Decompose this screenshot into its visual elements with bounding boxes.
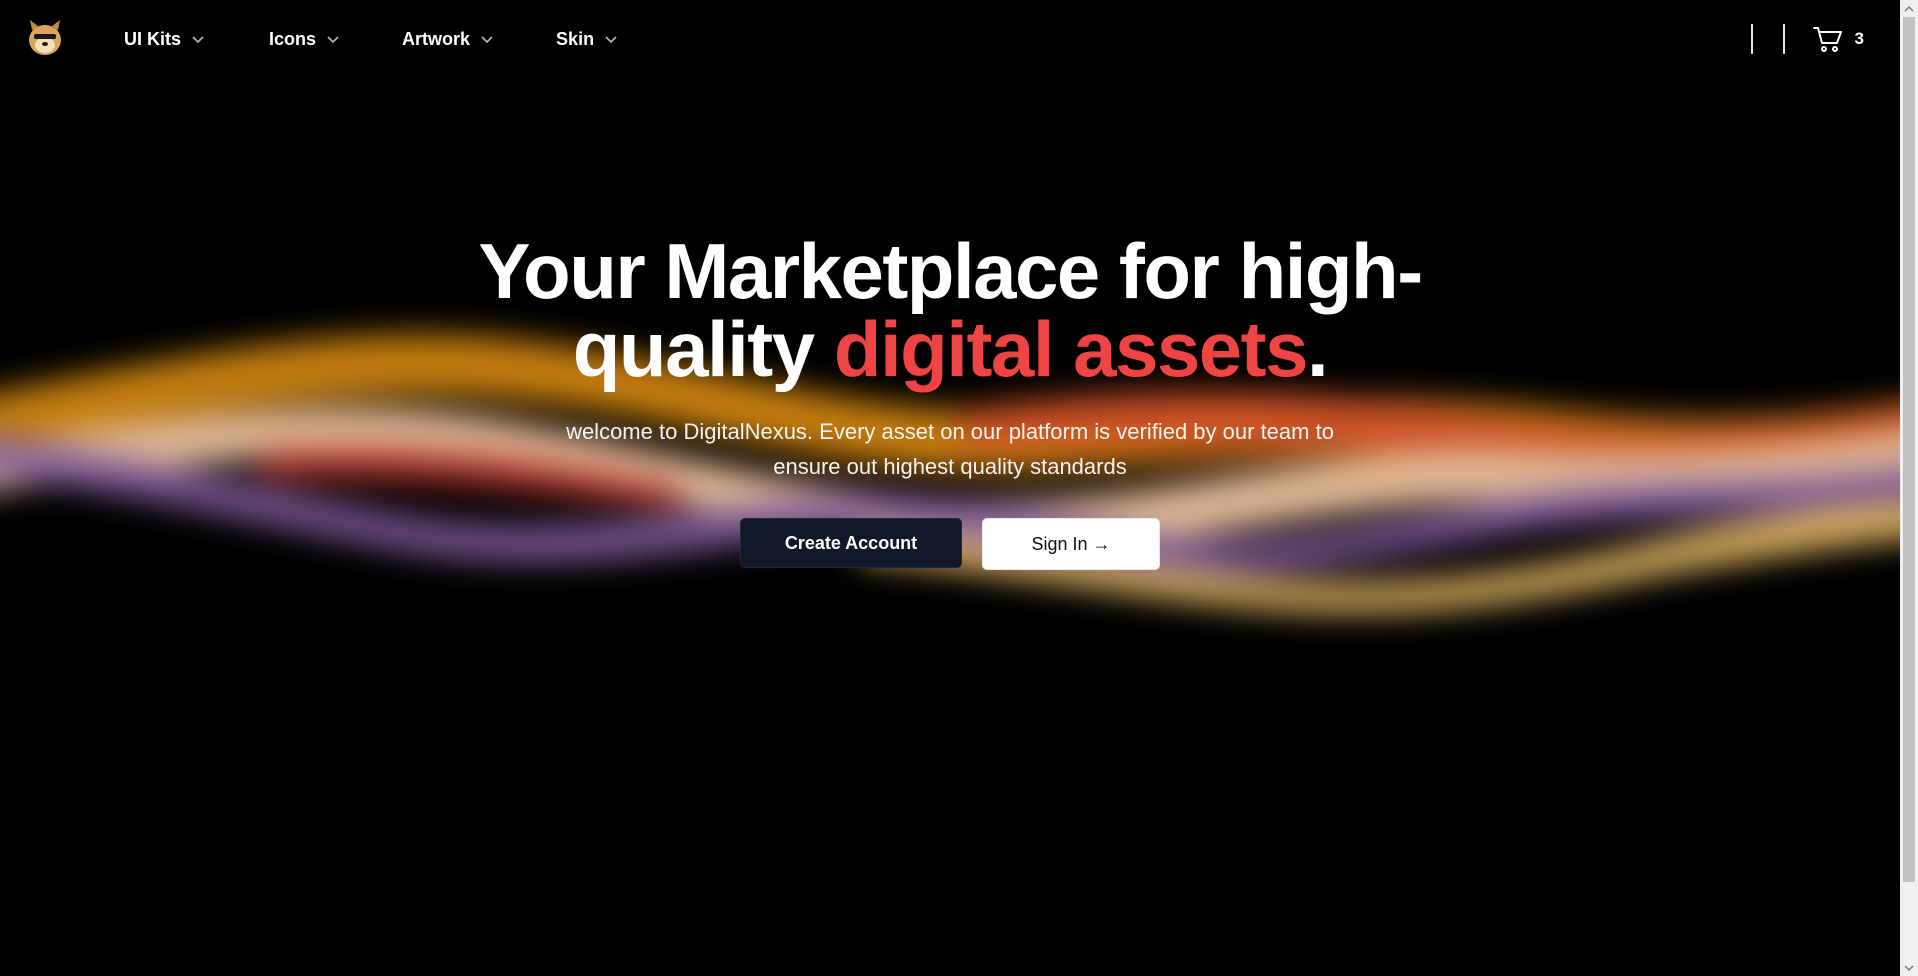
nav-item-label: Artwork	[402, 28, 471, 49]
cart-button[interactable]: 3	[1812, 25, 1864, 53]
cart-count: 3	[1854, 29, 1864, 48]
nav-item-label: Icons	[269, 28, 317, 49]
vertical-scrollbar[interactable]	[1900, 0, 1918, 976]
nav-item-icons[interactable]: Icons	[269, 29, 340, 50]
nav-divider	[1782, 24, 1785, 54]
hero-buttons: Create Account Sign In →	[0, 518, 1900, 570]
chevron-down-icon	[481, 36, 493, 44]
nav-item-label: UI Kits	[124, 28, 182, 49]
nav-right: 3	[1750, 0, 1864, 78]
nav-item-ui-kits[interactable]: UI Kits	[124, 29, 205, 50]
hero-section: Your Marketplace for high-quality digita…	[0, 232, 1900, 570]
nav-divider	[1750, 24, 1753, 54]
hero-title-accent: digital assets	[833, 305, 1309, 393]
hero-title: Your Marketplace for high-quality digita…	[460, 232, 1440, 388]
doge-logo-icon[interactable]	[26, 18, 64, 58]
nav-menu: UI Kits Icons Artwork Skin	[124, 0, 666, 78]
sign-in-button[interactable]: Sign In →	[982, 518, 1160, 570]
chevron-down-icon	[192, 36, 204, 44]
scroll-down-arrow-icon[interactable]	[1900, 959, 1918, 976]
scrollbar-thumb[interactable]	[1903, 17, 1915, 882]
shopping-cart-icon	[1812, 27, 1842, 52]
page: UI Kits Icons Artwork Skin 3 Your Market…	[0, 0, 1918, 976]
hero-subtitle: welcome to DigitalNexus. Every asset on …	[566, 419, 1334, 479]
create-account-button[interactable]: Create Account	[740, 518, 962, 568]
nav-item-skin[interactable]: Skin	[556, 29, 618, 50]
nav-item-artwork[interactable]: Artwork	[402, 29, 494, 50]
hero-title-period: .	[1307, 305, 1329, 393]
chevron-down-icon	[605, 36, 617, 44]
top-navbar: UI Kits Icons Artwork Skin 3	[0, 0, 1900, 78]
chevron-down-icon	[327, 36, 339, 44]
content-area: UI Kits Icons Artwork Skin 3 Your Market…	[0, 0, 1900, 976]
scroll-up-arrow-icon[interactable]	[1900, 0, 1918, 17]
nav-item-label: Skin	[556, 28, 595, 49]
